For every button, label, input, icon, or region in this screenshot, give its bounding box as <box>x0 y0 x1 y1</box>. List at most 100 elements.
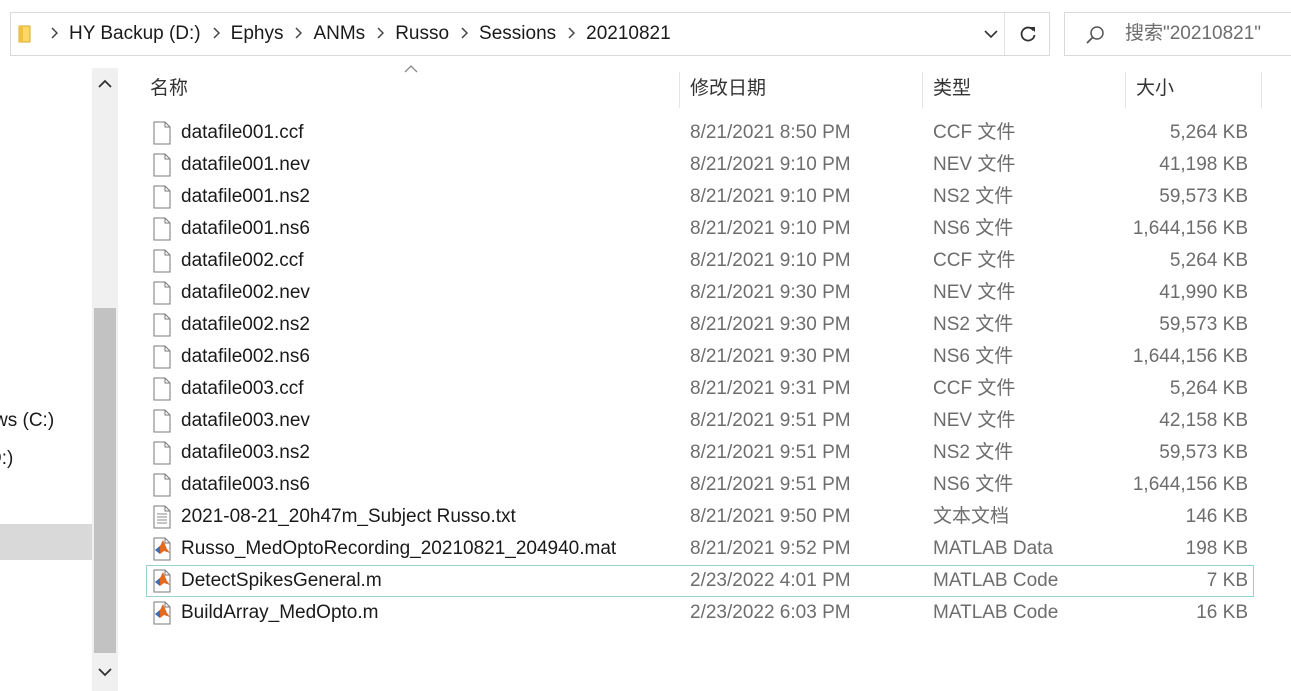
file-row[interactable]: BuildArray_MedOpto.m 2/23/2022 6:03 PM MAT… <box>146 597 1254 629</box>
breadcrumb-item[interactable]: HY Backup (D:) <box>65 23 205 45</box>
divider <box>1004 13 1005 55</box>
breadcrumb-item[interactable]: Ephys <box>227 23 288 45</box>
file-row[interactable]: 2021-08-21_20h47m_Subject Russo.txt 8/21/… <box>146 501 1254 533</box>
file-size: 41,990 KB <box>1159 282 1248 303</box>
file-type: NS6 文件 <box>933 346 1014 367</box>
breadcrumb-item[interactable]: Sessions <box>475 23 560 45</box>
column-header-date[interactable]: 修改日期 <box>690 68 766 112</box>
blank-file-icon <box>152 185 172 209</box>
blank-file-icon <box>152 441 172 465</box>
file-row[interactable]: datafile001.nev 8/21/2021 9:10 PM NEV 文件 41… <box>146 149 1254 181</box>
file-row[interactable]: datafile001.ccf 8/21/2021 8:50 PM CCF 文件 5,… <box>146 117 1254 149</box>
column-header-size[interactable]: 大小 <box>1136 68 1174 112</box>
file-date-modified: 2/23/2022 6:03 PM <box>690 602 851 623</box>
file-type: CCF 文件 <box>933 378 1016 399</box>
column-divider[interactable] <box>1125 72 1126 108</box>
file-name: datafile001.ccf <box>181 122 304 143</box>
nav-scrollbar[interactable] <box>92 68 118 691</box>
file-type: MATLAB Code <box>933 570 1059 591</box>
breadcrumb-chevron-icon[interactable] <box>205 26 227 42</box>
nav-selected-item[interactable] <box>0 524 92 560</box>
breadcrumb-item[interactable]: 20210821 <box>582 23 675 45</box>
scroll-up-button[interactable] <box>92 68 118 100</box>
file-type: NS2 文件 <box>933 186 1014 207</box>
refresh-button[interactable] <box>1006 13 1050 55</box>
breadcrumb-chevron-icon[interactable] <box>453 26 475 42</box>
file-row[interactable]: datafile003.ns6 8/21/2021 9:51 PM NS6 文件 1,… <box>146 469 1254 501</box>
file-row[interactable]: datafile002.nev 8/21/2021 9:30 PM NEV 文件 41… <box>146 277 1254 309</box>
file-name: datafile003.ns6 <box>181 474 310 495</box>
file-row[interactable]: datafile001.ns6 8/21/2021 9:10 PM NS6 文件 1,… <box>146 213 1254 245</box>
file-row[interactable]: datafile003.ccf 8/21/2021 9:31 PM CCF 文件 5,… <box>146 373 1254 405</box>
nav-item-drive-d[interactable]: D:) <box>0 448 13 470</box>
search-icon <box>1086 26 1104 44</box>
breadcrumb-chevron-icon[interactable] <box>43 26 65 42</box>
file-type: NEV 文件 <box>933 282 1016 303</box>
file-date-modified: 8/21/2021 9:10 PM <box>690 250 851 271</box>
file-type: CCF 文件 <box>933 122 1016 143</box>
file-row[interactable]: datafile003.nev 8/21/2021 9:51 PM NEV 文件 42… <box>146 405 1254 437</box>
file-size: 5,264 KB <box>1169 378 1248 399</box>
address-bar[interactable]: HY Backup (D:) Ephys ANMs Russo Sessions 2021… <box>10 12 1050 56</box>
file-size: 198 KB <box>1185 538 1248 559</box>
blank-file-icon <box>152 473 172 497</box>
file-row[interactable]: datafile003.ns2 8/21/2021 9:51 PM NS2 文件 59… <box>146 437 1254 469</box>
column-divider[interactable] <box>922 72 923 108</box>
blank-file-icon <box>152 281 172 305</box>
file-row[interactable]: datafile002.ns6 8/21/2021 9:30 PM NS6 文件 1,… <box>146 341 1254 373</box>
scroll-down-button[interactable] <box>92 656 118 688</box>
chevron-down-icon <box>98 668 112 677</box>
file-date-modified: 2/23/2022 4:01 PM <box>690 570 851 591</box>
file-type: NS2 文件 <box>933 314 1014 335</box>
file-size: 5,264 KB <box>1169 250 1248 271</box>
file-date-modified: 8/21/2021 9:51 PM <box>690 442 851 463</box>
breadcrumb-chevron-icon[interactable] <box>560 26 582 42</box>
breadcrumb-chevron-icon[interactable] <box>369 26 391 42</box>
column-header-type[interactable]: 类型 <box>933 68 971 112</box>
file-date-modified: 8/21/2021 9:30 PM <box>690 314 851 335</box>
file-name: datafile002.nev <box>181 282 310 303</box>
file-size: 59,573 KB <box>1159 442 1248 463</box>
file-date-modified: 8/21/2021 9:10 PM <box>690 186 851 207</box>
sort-ascending-icon <box>404 65 418 73</box>
breadcrumb-item[interactable]: Russo <box>391 23 453 45</box>
breadcrumb-chevron-icon[interactable] <box>287 26 309 42</box>
file-size: 7 KB <box>1206 570 1248 591</box>
file-date-modified: 8/21/2021 9:31 PM <box>690 378 851 399</box>
file-size: 59,573 KB <box>1159 314 1248 335</box>
chevron-up-icon <box>98 79 112 88</box>
file-type: CCF 文件 <box>933 250 1016 271</box>
file-row[interactable]: datafile002.ns2 8/21/2021 9:30 PM NS2 文件 59… <box>146 309 1254 341</box>
blank-file-icon <box>152 249 172 273</box>
file-date-modified: 8/21/2021 9:30 PM <box>690 282 851 303</box>
blank-file-icon <box>152 345 172 369</box>
nav-item-drive-c[interactable]: ws (C:) <box>0 410 54 432</box>
file-name: datafile001.ns2 <box>181 186 310 207</box>
search-box[interactable]: 搜索"20210821" <box>1064 12 1291 56</box>
column-header-name[interactable]: 名称 <box>150 68 188 112</box>
file-size: 42,158 KB <box>1159 410 1248 431</box>
file-type: NEV 文件 <box>933 410 1016 431</box>
blank-file-icon <box>152 409 172 433</box>
file-name: datafile003.ccf <box>181 378 304 399</box>
file-type: NEV 文件 <box>933 154 1016 175</box>
column-divider[interactable] <box>679 72 680 108</box>
file-name: datafile003.ns2 <box>181 442 310 463</box>
column-header-row: 名称 修改日期 类型 大小 <box>118 65 1291 112</box>
file-name: BuildArray_MedOpto.m <box>181 602 379 623</box>
file-name: datafile001.nev <box>181 154 310 175</box>
breadcrumb-item[interactable]: ANMs <box>309 23 369 45</box>
matlab-file-icon <box>152 601 172 625</box>
file-list: 名称 修改日期 类型 大小 datafile001.ccf 8/21/2021 8… <box>118 65 1291 691</box>
top-bar: HY Backup (D:) Ephys ANMs Russo Sessions 2021… <box>0 0 1291 68</box>
column-divider[interactable] <box>1261 72 1262 108</box>
blank-file-icon <box>152 313 172 337</box>
file-type: MATLAB Code <box>933 602 1059 623</box>
scroll-thumb[interactable] <box>94 308 116 653</box>
file-name: DetectSpikesGeneral.m <box>181 570 382 591</box>
file-row[interactable]: Russo_MedOptoRecording_20210821_204940.m… <box>146 533 1254 565</box>
navigation-pane: t ws (C:) D:) <box>0 68 92 691</box>
file-row[interactable]: datafile002.ccf 8/21/2021 9:10 PM CCF 文件 5,… <box>146 245 1254 277</box>
file-row[interactable]: datafile001.ns2 8/21/2021 9:10 PM NS2 文件 59… <box>146 181 1254 213</box>
file-row-selected[interactable]: DetectSpikesGeneral.m 2/23/2022 4:01 PM MA… <box>146 565 1254 597</box>
